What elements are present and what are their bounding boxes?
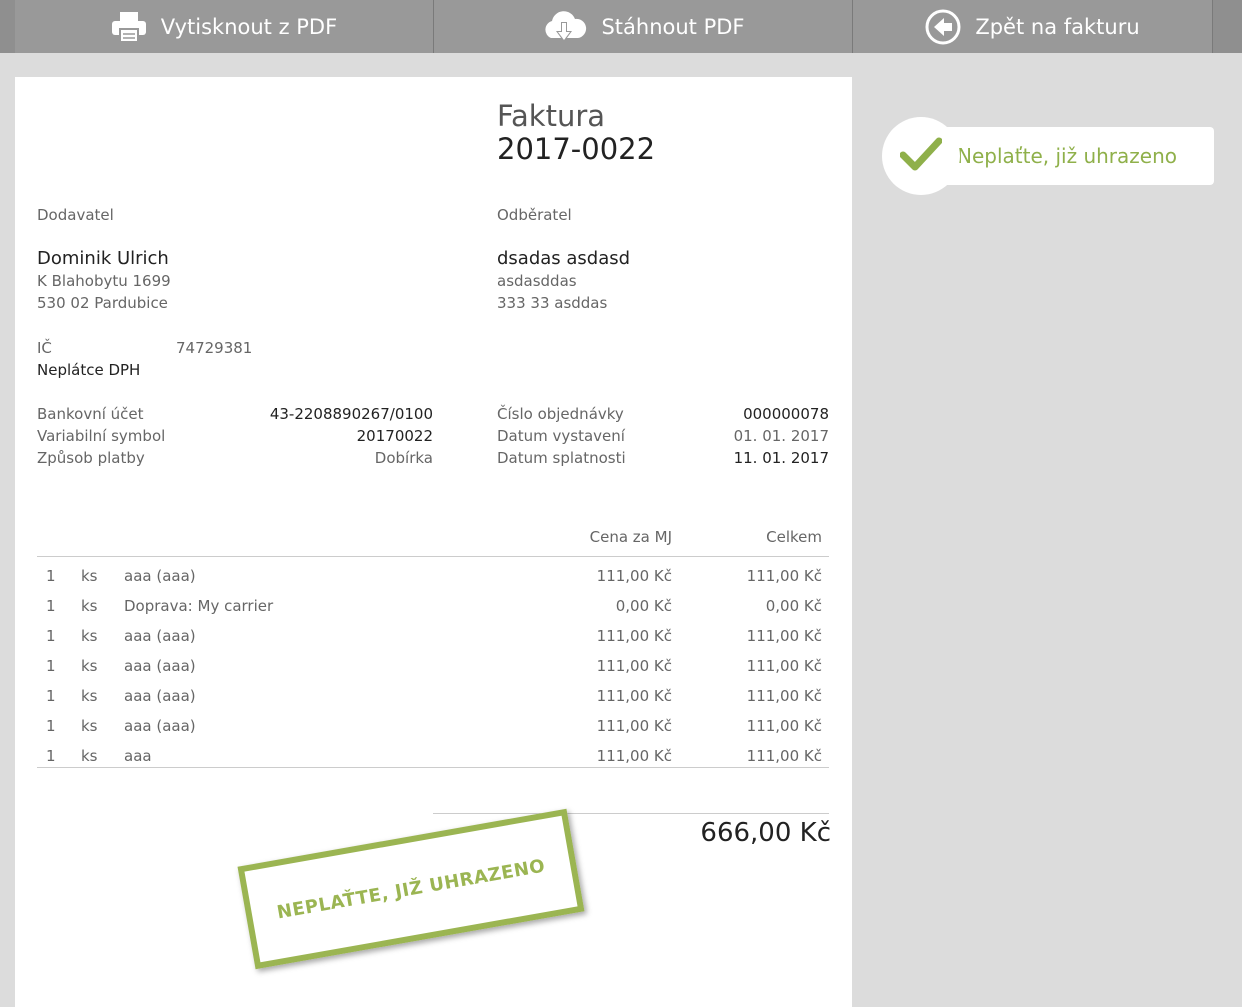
payment-status-text: Neplaťte, již uhrazeno — [957, 144, 1177, 168]
due-date-value: 11. 01. 2017 — [733, 449, 829, 467]
invoice-number: 2017-0022 — [497, 132, 656, 166]
supplier-vat-status: Neplátce DPH — [37, 361, 141, 379]
row-quantity: 1 — [46, 567, 56, 585]
toolbar-divider — [1212, 0, 1213, 53]
customer-heading: Odběratel — [497, 206, 572, 224]
table-row: 1 ks aaa (aaa) 111,00 Kč 111,00 Kč — [37, 561, 829, 591]
row-total: 111,00 Kč — [746, 717, 822, 735]
supplier-name: Dominik Ulrich — [37, 248, 169, 269]
row-unit-price: 111,00 Kč — [596, 687, 672, 705]
order-number-value: 000000078 — [743, 405, 829, 423]
supplier-ic-value: 74729381 — [176, 339, 253, 357]
grand-total: 666,00 Kč — [700, 818, 831, 848]
paid-stamp-text: NEPLAŤTE, JIŽ UHRAZENO — [275, 855, 547, 923]
row-unit: ks — [81, 627, 98, 645]
row-unit-price: 111,00 Kč — [596, 657, 672, 675]
customer-street: asdasddas — [497, 272, 577, 290]
row-unit: ks — [81, 567, 98, 585]
row-total: 111,00 Kč — [746, 627, 822, 645]
back-to-invoice-button[interactable]: Zpět na fakturu — [853, 0, 1212, 53]
table-row: 1 ks aaa (aaa) 111,00 Kč 111,00 Kč — [37, 681, 829, 711]
download-pdf-label: Stáhnout PDF — [601, 14, 745, 39]
row-description: aaa (aaa) — [124, 657, 196, 675]
row-unit-price: 0,00 Kč — [615, 597, 672, 615]
payment-method-label: Způsob platby — [37, 449, 145, 467]
row-quantity: 1 — [46, 747, 56, 765]
row-total: 111,00 Kč — [746, 687, 822, 705]
row-unit-price: 111,00 Kč — [596, 717, 672, 735]
back-arrow-icon — [925, 9, 961, 45]
payment-method-value: Dobírka — [374, 449, 433, 467]
table-row: 1 ks aaa (aaa) 111,00 Kč 111,00 Kč — [37, 621, 829, 651]
table-row: 1 ks Doprava: My carrier 0,00 Kč 0,00 Kč — [37, 591, 829, 621]
row-unit-price: 111,00 Kč — [596, 747, 672, 765]
print-pdf-label: Vytisknout z PDF — [160, 14, 338, 39]
row-description: Doprava: My carrier — [124, 597, 274, 615]
row-description: aaa (aaa) — [124, 717, 196, 735]
total-divider — [433, 813, 829, 814]
print-pdf-button[interactable]: Vytisknout z PDF — [15, 0, 433, 53]
status-icon-circle — [882, 117, 960, 195]
download-pdf-button[interactable]: Stáhnout PDF — [434, 0, 852, 53]
unit-price-header: Cena za MJ — [589, 528, 672, 546]
row-total: 111,00 Kč — [746, 567, 822, 585]
row-unit-price: 111,00 Kč — [596, 567, 672, 585]
cloud-download-icon — [541, 10, 587, 44]
due-date-label: Datum splatnosti — [497, 449, 626, 467]
row-quantity: 1 — [46, 657, 56, 675]
variable-symbol-value: 20170022 — [356, 427, 433, 445]
row-description: aaa (aaa) — [124, 627, 196, 645]
table-row: 1 ks aaa (aaa) 111,00 Kč 111,00 Kč — [37, 651, 829, 681]
total-header: Celkem — [766, 528, 822, 546]
issue-date-value: 01. 01. 2017 — [733, 427, 829, 445]
supplier-city: 530 02 Pardubice — [37, 294, 168, 312]
table-footer-divider — [37, 767, 829, 768]
row-unit: ks — [81, 747, 98, 765]
customer-name: dsadas asdasd — [497, 248, 631, 269]
supplier-ic-label: IČ — [37, 339, 52, 357]
bank-account-value: 43-2208890267/0100 — [269, 405, 433, 423]
table-row: 1 ks aaa (aaa) 111,00 Kč 111,00 Kč — [37, 711, 829, 741]
row-unit: ks — [81, 657, 98, 675]
invoice-document: Faktura 2017-0022 Dodavatel Dominik Ulri… — [15, 77, 852, 1007]
row-unit-price: 111,00 Kč — [596, 627, 672, 645]
row-unit: ks — [81, 717, 98, 735]
row-quantity: 1 — [46, 597, 56, 615]
issue-date-label: Datum vystavení — [497, 427, 625, 445]
paid-stamp: NEPLAŤTE, JIŽ UHRAZENO — [237, 808, 585, 970]
row-description: aaa (aaa) — [124, 567, 196, 585]
toolbar: Vytisknout z PDF Stáhnout PDF Zpět na fa… — [0, 0, 1242, 53]
printer-icon — [111, 11, 147, 43]
row-quantity: 1 — [46, 627, 56, 645]
row-description: aaa (aaa) — [124, 687, 196, 705]
row-quantity: 1 — [46, 687, 56, 705]
row-total: 111,00 Kč — [746, 657, 822, 675]
bank-account-label: Bankovní účet — [37, 405, 144, 423]
table-header-divider — [37, 556, 829, 557]
row-description: aaa — [124, 747, 152, 765]
row-total: 0,00 Kč — [765, 597, 822, 615]
row-unit: ks — [81, 597, 98, 615]
checkmark-icon — [899, 136, 943, 176]
invoice-title: Faktura — [497, 99, 606, 133]
variable-symbol-label: Variabilní symbol — [37, 427, 166, 445]
back-to-invoice-label: Zpět na fakturu — [975, 14, 1140, 39]
row-quantity: 1 — [46, 717, 56, 735]
customer-city: 333 33 asddas — [497, 294, 608, 312]
row-unit: ks — [81, 687, 98, 705]
order-number-label: Číslo objednávky — [497, 405, 624, 423]
row-total: 111,00 Kč — [746, 747, 822, 765]
supplier-street: K Blahobytu 1699 — [37, 272, 171, 290]
supplier-heading: Dodavatel — [37, 206, 114, 224]
